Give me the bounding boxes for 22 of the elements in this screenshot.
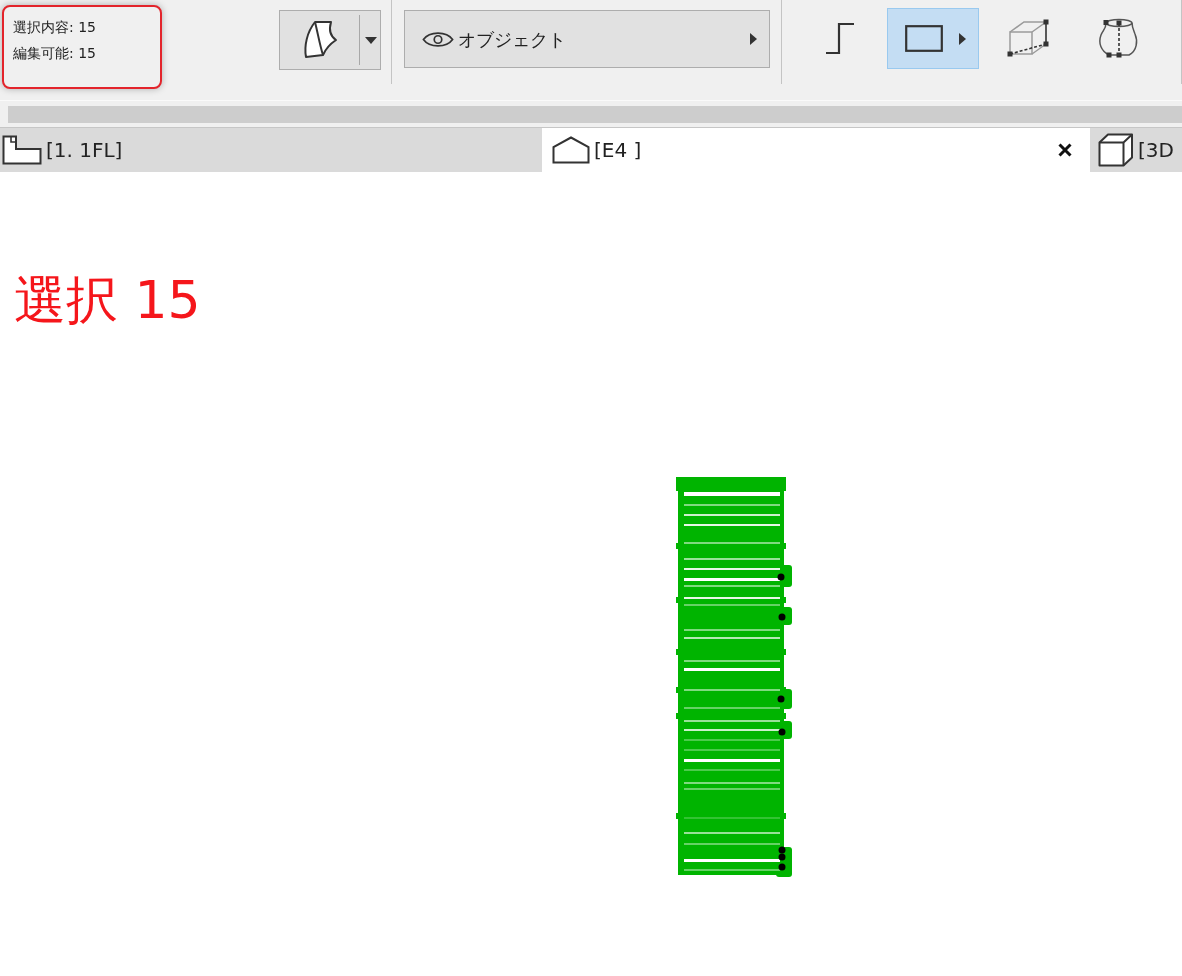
selected-count-text: 選択内容: 15: [13, 18, 97, 37]
step-line-icon: [825, 22, 855, 55]
view-filter-button[interactable]: オブジェクト: [403, 10, 770, 68]
eye-icon: [421, 29, 454, 49]
submenu-arrow-icon: [750, 33, 757, 45]
editable-count-text: 編集可能: 15: [13, 44, 97, 63]
rectangle-icon: [905, 25, 944, 52]
view-tab[interactable]: [3D: [1090, 128, 1182, 172]
rectangle-tool-button[interactable]: [887, 8, 979, 69]
curved-surface-icon: [301, 20, 338, 60]
horizontal-scrollbar[interactable]: [8, 106, 1182, 123]
view-tab[interactable]: [1. 1FL]: [0, 128, 542, 172]
element-type-button[interactable]: [279, 10, 381, 70]
floor-plan-icon: [2, 135, 42, 165]
step-line-tool-button[interactable]: [824, 21, 856, 56]
box-handles-icon: [1006, 17, 1050, 60]
cube-icon: [1098, 133, 1134, 167]
view-tab[interactable]: [E4 ]: [542, 128, 1090, 172]
close-icon[interactable]: [1058, 143, 1072, 157]
house-outline-icon: [552, 136, 590, 164]
selection-annotation-text: 選択 15: [14, 272, 201, 330]
caret-down-icon: [365, 36, 378, 44]
